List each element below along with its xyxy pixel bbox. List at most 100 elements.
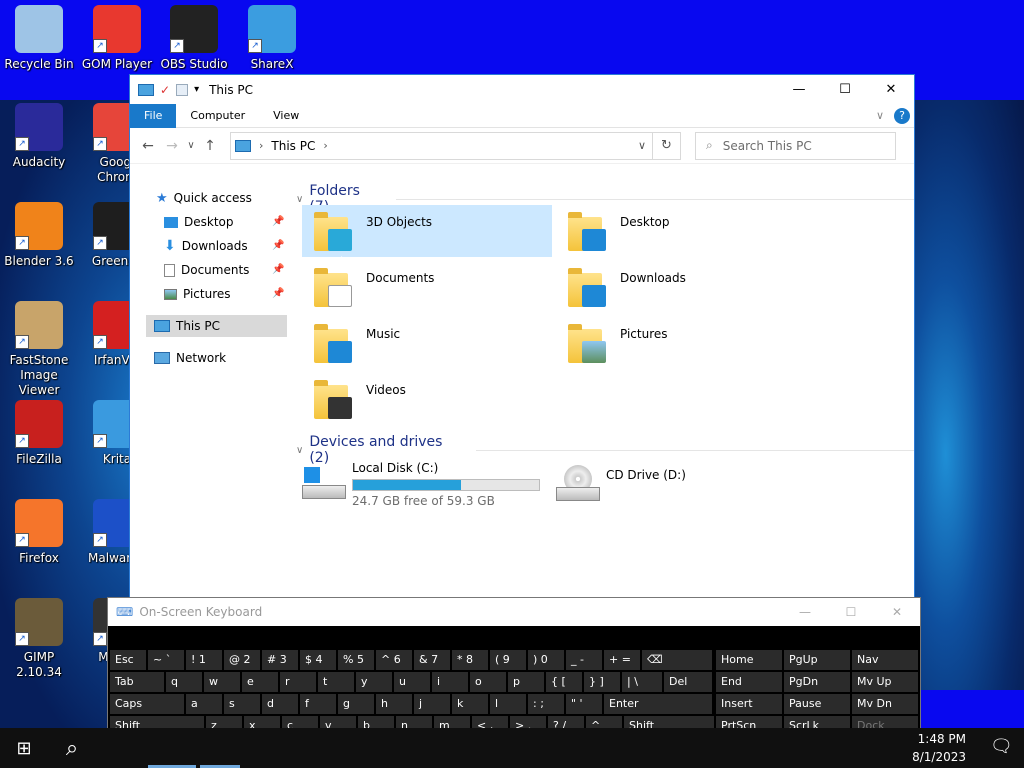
osk-key[interactable]: k (452, 694, 488, 714)
osk-key[interactable]: j (414, 694, 450, 714)
nav-network[interactable]: Network (154, 347, 226, 369)
desktop-icon[interactable]: Recycle Bin (0, 5, 78, 72)
maximize-button[interactable]: ☐ (822, 75, 868, 105)
osk-nav-key[interactable]: Pause (784, 694, 850, 714)
desktop-icon[interactable]: ↗ Firefox (0, 499, 78, 566)
osk-nav-key[interactable]: Home (716, 650, 782, 670)
osk-key[interactable]: ) 0 (528, 650, 564, 670)
tab-view[interactable]: View (259, 104, 313, 128)
search-input[interactable]: ⌕ Search This PC (695, 131, 896, 160)
osk-key[interactable]: s (224, 694, 260, 714)
tab-file[interactable]: File (130, 103, 177, 128)
osk-title-bar[interactable]: ⌨ On-Screen Keyboard — ☐ ✕ (108, 598, 920, 626)
minimize-button[interactable]: — (776, 75, 822, 105)
properties-icon[interactable]: ✓ (160, 83, 170, 97)
osk-key[interactable]: u (394, 672, 430, 692)
desktop-icon[interactable]: ↗ OBS Studio (155, 5, 233, 72)
title-bar[interactable]: ✓ ▾ This PC — ☐ ✕ (130, 74, 914, 104)
osk-key[interactable]: i (432, 672, 468, 692)
osk-minimize-button[interactable]: — (782, 605, 828, 619)
osk-key[interactable]: : ; (528, 694, 564, 714)
refresh-button[interactable]: ↻ (653, 131, 681, 160)
osk-key[interactable]: f (300, 694, 336, 714)
osk-nav-key[interactable]: Mv Dn (852, 694, 918, 714)
start-button[interactable]: ⊞ (0, 728, 48, 768)
osk-key[interactable]: d (262, 694, 298, 714)
osk-key[interactable]: w (204, 672, 240, 692)
notification-icon[interactable]: 🗨 (990, 736, 1014, 760)
tab-computer[interactable]: Computer (176, 104, 259, 128)
osk-key[interactable]: Esc (110, 650, 146, 670)
osk-key[interactable]: y (356, 672, 392, 692)
breadcrumb-separator-icon[interactable]: › (259, 139, 263, 152)
osk-key[interactable]: Tab (110, 672, 164, 692)
breadcrumb[interactable]: This PC (271, 139, 315, 153)
folder-item[interactable]: Pictures (556, 317, 806, 369)
desktop-icon[interactable]: ↗ GIMP 2.10.34 (0, 598, 78, 680)
osk-key[interactable]: * 8 (452, 650, 488, 670)
osk-key[interactable]: q (166, 672, 202, 692)
osk-key[interactable]: & 7 (414, 650, 450, 670)
folder-item[interactable]: Videos (302, 373, 552, 425)
osk-nav-key[interactable]: Insert (716, 694, 782, 714)
recent-locations-icon[interactable]: ∨ (184, 140, 198, 151)
osk-nav-key[interactable]: PgUp (784, 650, 850, 670)
folder-item[interactable]: 3D Objects (302, 205, 552, 257)
nav-quick-access[interactable]: ★ Quick access (156, 187, 252, 209)
osk-key[interactable]: r (280, 672, 316, 692)
pc-icon[interactable] (138, 83, 154, 96)
breadcrumb-separator-icon[interactable]: › (323, 139, 327, 152)
drive-c[interactable]: Local Disk (C:) 24.7 GB free of 59.3 GB (302, 459, 552, 509)
desktop-icon[interactable]: ↗ Audacity (0, 103, 78, 170)
osk-key[interactable]: Del (664, 672, 712, 692)
help-icon[interactable]: ? (894, 107, 910, 124)
osk-key[interactable]: ~ ` (148, 650, 184, 670)
osk-key[interactable]: % 5 (338, 650, 374, 670)
osk-key[interactable]: | \ (622, 672, 662, 692)
osk-key[interactable]: ! 1 (186, 650, 222, 670)
osk-key[interactable]: ^ 6 (376, 650, 412, 670)
desktop-icon[interactable]: ↗ FastStone Image Viewer (0, 301, 78, 398)
address-dropdown-icon[interactable]: ∨ (638, 139, 646, 152)
osk-key[interactable]: h (376, 694, 412, 714)
desktop-icon[interactable]: ↗ Blender 3.6 (0, 202, 78, 269)
osk-key[interactable]: Caps (110, 694, 184, 714)
desktop-icon[interactable]: ↗ ShareX (233, 5, 311, 72)
osk-key[interactable]: } ] (584, 672, 620, 692)
clock[interactable]: 1:48 PM 8/1/2023 (912, 730, 966, 766)
osk-key[interactable]: ( 9 (490, 650, 526, 670)
osk-key[interactable]: p (508, 672, 544, 692)
desktop-icon[interactable]: ↗ GOM Player (78, 5, 156, 72)
search-button[interactable]: ⌕ (48, 728, 96, 768)
osk-maximize-button[interactable]: ☐ (828, 605, 874, 619)
folder-item[interactable]: Music (302, 317, 552, 369)
osk-close-button[interactable]: ✕ (874, 605, 920, 619)
folder-item[interactable]: Desktop (556, 205, 806, 257)
osk-key[interactable]: t (318, 672, 354, 692)
expand-ribbon-icon[interactable]: ∨ (876, 109, 884, 122)
osk-nav-key[interactable]: PgDn (784, 672, 850, 692)
osk-key[interactable]: _ - (566, 650, 602, 670)
customize-qat-icon[interactable]: ▾ (194, 84, 199, 95)
osk-key[interactable]: o (470, 672, 506, 692)
folder-item[interactable]: Documents (302, 261, 552, 313)
osk-key[interactable]: { [ (546, 672, 582, 692)
desktop-icon[interactable]: ↗ FileZilla (0, 400, 78, 467)
nav-downloads[interactable]: ⬇ Downloads (164, 235, 248, 257)
nav-pictures[interactable]: Pictures (164, 283, 231, 305)
nav-this-pc[interactable]: This PC (146, 315, 287, 337)
nav-desktop[interactable]: Desktop (164, 211, 234, 233)
address-bar[interactable]: › This PC › ∨ (230, 131, 653, 160)
osk-key[interactable]: " ' (566, 694, 602, 714)
osk-key[interactable]: l (490, 694, 526, 714)
osk-key[interactable]: g (338, 694, 374, 714)
osk-key[interactable]: e (242, 672, 278, 692)
osk-key[interactable]: $ 4 (300, 650, 336, 670)
back-button[interactable]: ← (136, 138, 160, 154)
osk-key[interactable]: @ 2 (224, 650, 260, 670)
osk-nav-key[interactable]: Nav (852, 650, 918, 670)
osk-key[interactable]: a (186, 694, 222, 714)
new-folder-icon[interactable] (176, 83, 189, 96)
osk-key[interactable]: ⌫ (642, 650, 712, 670)
osk-nav-key[interactable]: End (716, 672, 782, 692)
